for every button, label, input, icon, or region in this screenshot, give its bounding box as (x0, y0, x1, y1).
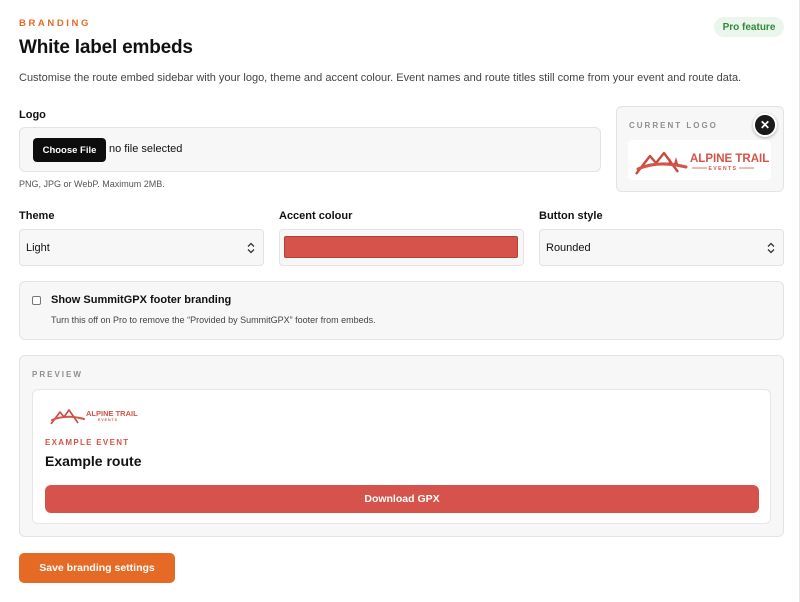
section-eyebrow: BRANDING (19, 18, 91, 29)
theme-label: Theme (19, 210, 55, 222)
preview-brand-sub: EVENTS (98, 418, 118, 422)
preview-route-title: Example route (45, 453, 142, 469)
current-logo-image: ALPINE TRAIL EVENTS (628, 140, 771, 180)
pro-feature-badge: Pro feature (714, 17, 784, 37)
preview-panel: PREVIEW ALPINE TRAIL EVENTS EXAMPLE EVEN… (19, 355, 784, 537)
page-description: Customise the route embed sidebar with y… (19, 72, 742, 84)
page-title: White label embeds (19, 37, 193, 58)
accent-colour-label: Accent colour (279, 210, 353, 222)
theme-select[interactable]: Light (19, 229, 264, 266)
logo-file-input[interactable]: Choose File no file selected (19, 127, 601, 172)
preview-logo: ALPINE TRAIL EVENTS (50, 409, 138, 425)
footer-branding-label[interactable]: Show SummitGPX footer branding (51, 294, 231, 306)
theme-value: Light (26, 241, 50, 254)
preview-event-label: EXAMPLE EVENT (45, 438, 130, 447)
footer-branding-checkbox[interactable] (32, 296, 41, 305)
preview-download-button[interactable]: Download GPX (45, 485, 759, 513)
button-style-value: Rounded (546, 241, 591, 254)
save-branding-button[interactable]: Save branding settings (19, 553, 175, 583)
file-status: no file selected (109, 143, 183, 155)
logo-label: Logo (19, 109, 46, 121)
alpine-trail-logo: ALPINE TRAIL EVENTS (635, 151, 769, 175)
select-chevron-icon (247, 242, 255, 254)
close-icon: ✕ (759, 118, 771, 132)
accent-colour-swatch[interactable] (284, 236, 518, 258)
brand-name-text: ALPINE TRAIL (690, 153, 769, 165)
button-style-label: Button style (539, 210, 603, 222)
button-style-select[interactable]: Rounded (539, 229, 784, 266)
remove-logo-button[interactable]: ✕ (753, 113, 777, 137)
footer-branding-option: Show SummitGPX footer branding Turn this… (19, 281, 784, 340)
logo-hint: PNG, JPG or WebP. Maximum 2MB. (19, 179, 165, 189)
preview-caption: PREVIEW (32, 370, 83, 379)
brand-sub-text: EVENTS (708, 166, 737, 172)
preview-embed: ALPINE TRAIL EVENTS EXAMPLE EVENT Exampl… (32, 389, 771, 524)
branding-card: BRANDING Pro feature White label embeds … (0, 0, 800, 602)
current-logo-caption: CURRENT LOGO (629, 121, 718, 130)
select-chevron-icon (767, 242, 775, 254)
choose-file-button[interactable]: Choose File (33, 138, 106, 162)
footer-branding-help: Turn this off on Pro to remove the “Prov… (51, 315, 376, 325)
preview-brand-name: ALPINE TRAIL (86, 409, 138, 418)
accent-colour-picker[interactable] (279, 229, 524, 266)
